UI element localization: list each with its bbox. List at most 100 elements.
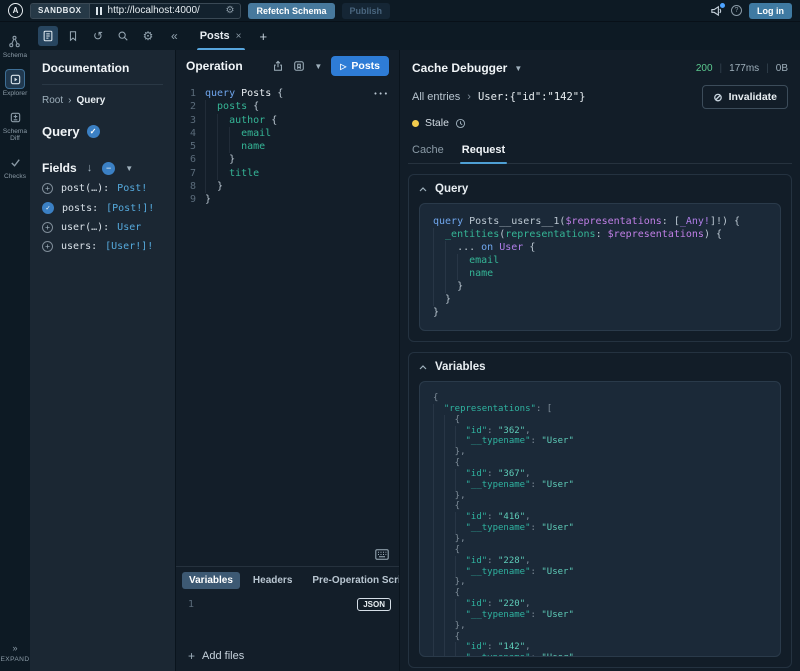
code-line: }, — [433, 577, 767, 588]
entry-breadcrumb-row: All entries › User:{"id":"142"} ⊘ Invali… — [408, 81, 792, 113]
sort-arrow-icon[interactable]: ↓ — [87, 162, 93, 174]
field-type[interactable]: Post! — [117, 183, 147, 194]
field-list-item[interactable]: ✓posts:[Post!]! — [42, 202, 163, 214]
code-line: 8 } — [176, 180, 399, 193]
explorer-tab-bar: ↺ ⚙ « Posts × + — [30, 22, 800, 50]
endpoint-url-box[interactable]: SANDBOX http://localhost:4000/ ⚙ — [30, 3, 241, 19]
sidebar-item-checks[interactable]: Checks — [4, 153, 26, 180]
breadcrumb-separator: › — [467, 91, 471, 103]
expand-sidebar-button[interactable]: » EXPAND — [0, 643, 29, 663]
save-to-collection-icon[interactable] — [293, 60, 305, 72]
chevron-down-icon[interactable]: ▼ — [125, 164, 133, 173]
collapse-panel-icon[interactable]: « — [171, 29, 178, 43]
code-line: email — [433, 254, 767, 267]
code-line: name — [433, 267, 767, 280]
add-field-icon[interactable]: + — [42, 183, 53, 194]
line-number: 6 — [176, 153, 196, 166]
divider — [42, 84, 163, 85]
sandbox-badge: SANDBOX — [31, 4, 90, 18]
announcements-megaphone-icon[interactable] — [710, 4, 724, 18]
panel-select-chevron-icon[interactable]: ▼ — [514, 64, 522, 73]
tab-headers[interactable]: Headers — [246, 572, 299, 589]
fields-list: +post(…):Post!✓posts:[Post!]!+user(…):Us… — [42, 183, 163, 252]
response-duration: 177ms — [729, 63, 759, 74]
run-history-icon[interactable]: ↺ — [88, 26, 108, 46]
close-tab-icon[interactable]: × — [236, 31, 242, 42]
variables-section-header[interactable]: Variables — [409, 353, 791, 381]
documentation-panel-icon[interactable] — [38, 26, 58, 46]
field-name: posts: — [62, 203, 98, 214]
breadcrumb-root-link[interactable]: Root — [42, 95, 63, 106]
add-files-button[interactable]: + Add files — [176, 641, 399, 671]
code-line: 4 email — [176, 127, 399, 140]
login-button[interactable]: Log in — [749, 3, 792, 19]
share-icon[interactable] — [272, 60, 284, 72]
add-field-icon[interactable]: + — [42, 241, 53, 252]
code-line: { — [433, 632, 767, 643]
field-list-item[interactable]: + post(…): Post! — [42, 183, 163, 194]
pause-icon[interactable] — [96, 7, 102, 15]
code-line: { — [433, 588, 767, 599]
line-number: 5 — [176, 140, 196, 153]
stale-status-dot — [412, 120, 419, 127]
filter-icon[interactable]: − — [102, 162, 115, 175]
connection-settings-gear-icon[interactable]: ⚙ — [226, 5, 235, 16]
request-config-tabs: VariablesHeadersPre-Operation ScriptPost… — [176, 566, 399, 593]
code-line: }, — [433, 447, 767, 458]
keyboard-shortcuts-icon[interactable] — [375, 549, 389, 560]
tab-cache[interactable]: Cache — [412, 137, 444, 163]
response-size: 0B — [776, 63, 788, 74]
sidebar-item-schema-diff[interactable]: Schema Diff — [1, 108, 29, 142]
query-section-header[interactable]: Query — [409, 175, 791, 203]
breadcrumb-current: Query — [76, 95, 105, 106]
refetch-schema-button[interactable]: Refetch Schema — [248, 3, 334, 19]
schema-diff-icon — [6, 108, 24, 126]
sidebar-item-schema[interactable]: Schema — [3, 32, 27, 59]
stale-status-row: Stale — [408, 113, 792, 133]
clock-icon[interactable] — [455, 118, 466, 129]
code-line: 6 } — [176, 153, 399, 166]
explorer-settings-gear-icon[interactable]: ⚙ — [138, 26, 158, 46]
sidebar-item-explorer[interactable]: Explorer — [3, 70, 28, 97]
help-icon[interactable]: ? — [731, 5, 742, 16]
schema-icon — [6, 32, 24, 50]
invalidate-button[interactable]: ⊘ Invalidate — [702, 85, 788, 109]
publish-button[interactable]: Publish — [342, 3, 391, 19]
tab-variables[interactable]: Variables — [182, 572, 240, 589]
code-line: { — [433, 393, 767, 404]
tab-pre-operation-script[interactable]: Pre-Operation Script — [305, 572, 399, 589]
checks-icon — [6, 153, 24, 171]
field-type[interactable]: User — [117, 222, 141, 233]
add-field-icon[interactable]: + — [42, 222, 53, 233]
breadcrumb-separator: › — [68, 95, 71, 106]
field-list-item[interactable]: +users:[User!]! — [42, 241, 163, 252]
run-operation-button[interactable]: ▷ Posts — [331, 56, 389, 76]
line-number: 9 — [176, 193, 196, 206]
all-entries-link[interactable]: All entries — [412, 91, 460, 103]
operation-collections-bookmark-icon[interactable] — [63, 26, 83, 46]
field-type[interactable]: [Post!]! — [106, 203, 154, 214]
code-line: "representations": [ — [433, 404, 767, 415]
tab-request[interactable]: Request — [462, 137, 505, 163]
variables-editor[interactable]: 1 JSON — [176, 593, 399, 641]
code-line: 5 name — [176, 140, 399, 153]
endpoint-url[interactable]: http://localhost:4000/ — [108, 5, 220, 16]
invalidate-icon: ⊘ — [713, 91, 722, 104]
line-menu-icon[interactable]: ••• — [373, 88, 389, 101]
code-line: ... on User { — [433, 241, 767, 254]
run-options-chevron-icon[interactable]: ▼ — [314, 62, 322, 71]
cache-entry-key: User:{"id":"142"} — [478, 91, 585, 103]
fields-header: Fields ↓ − ▼ — [42, 161, 163, 175]
collapse-chevron-icon — [419, 365, 427, 370]
line-number: 8 — [176, 180, 196, 193]
field-name: post(…): — [61, 183, 109, 194]
new-tab-button[interactable]: + — [260, 29, 268, 44]
operation-code-editor[interactable]: 1query Posts {2 posts {3 author {4 email… — [176, 82, 399, 566]
field-type[interactable]: [User!]! — [105, 241, 153, 252]
field-list-item[interactable]: +user(…):User — [42, 222, 163, 233]
panel-title: Cache Debugger — [412, 61, 507, 75]
code-line: "id": "362", — [433, 426, 767, 437]
search-icon[interactable] — [113, 26, 133, 46]
operation-tab-posts[interactable]: Posts × — [190, 22, 252, 50]
code-line: "__typename": "User" — [433, 436, 767, 447]
